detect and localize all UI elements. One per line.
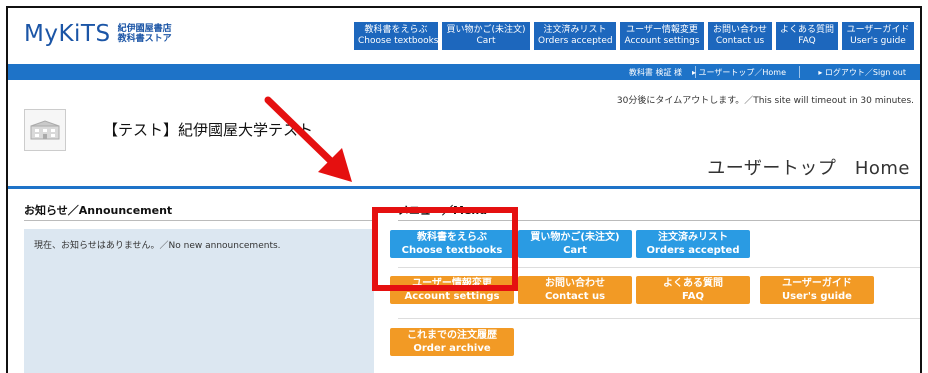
nav-faq-button[interactable]: よくある質問 FAQ: [776, 22, 838, 50]
menu-button-label-en: Orders accepted: [646, 245, 740, 256]
announcement-panel: 現在、お知らせはありません。／No new announcements.: [24, 229, 374, 373]
nav-account-settings-button[interactable]: ユーザー情報変更 Account settings: [620, 22, 704, 50]
nav-users-guide-button[interactable]: ユーザーガイド User's guide: [842, 22, 914, 50]
school-name: 【テスト】紀伊國屋大学テスト: [103, 121, 314, 139]
nav-label-jp: 教科書をえらぶ: [364, 25, 428, 35]
section-divider: [8, 186, 920, 189]
nav-label-jp: よくある質問: [780, 25, 835, 35]
sign-out-link[interactable]: ▸ ログアウト／Sign out: [818, 67, 906, 78]
user-bar: 教科書 検証 様 ▸ ユーザートップ／Home ▸ ログアウト／Sign out: [8, 64, 920, 80]
announcement-heading: お知らせ／Announcement: [24, 204, 173, 217]
announcement-text: 現在、お知らせはありません。／No new announcements.: [34, 241, 281, 251]
menu-button-label-jp: 買い物かご(未注文): [530, 232, 620, 243]
nav-label-jp: ユーザー情報変更: [626, 25, 698, 35]
nav-cart-button[interactable]: 買い物かご(未注文) Cart: [442, 22, 530, 50]
home-link[interactable]: ▸ ユーザートップ／Home: [692, 67, 786, 78]
menu-button-label-en: Order archive: [413, 343, 491, 354]
user-name: 教科書 検証 様: [628, 68, 682, 77]
menu-button-label-jp: お問い合わせ: [545, 278, 605, 289]
menu-button-label-en: Cart: [563, 245, 587, 256]
menu-contact-us-button[interactable]: お問い合わせ Contact us: [518, 276, 632, 304]
nav-contact-us-button[interactable]: お問い合わせ Contact us: [708, 22, 772, 50]
page-title: ユーザートップ Home: [707, 158, 910, 179]
top-navigation: 教科書をえらぶ Choose textbooks 買い物かご(未注文) Cart…: [354, 22, 914, 50]
site-header: MyKiTS 紀伊國屋書店 教科書ストア 教科書をえらぶ Choose text…: [8, 8, 920, 64]
menu-button-label-en: FAQ: [682, 291, 704, 302]
nav-label-en: Orders accepted: [538, 36, 613, 46]
menu-button-label-jp: ユーザーガイド: [782, 278, 852, 289]
browser-frame: MyKiTS 紀伊國屋書店 教科書ストア 教科書をえらぶ Choose text…: [6, 6, 922, 373]
menu-row-rule: [398, 318, 920, 319]
menu-button-label-jp: これまでの注文履歴: [407, 330, 497, 341]
nav-label-en: Contact us: [715, 36, 765, 46]
userbar-separator: [799, 66, 800, 78]
nav-orders-accepted-button[interactable]: 注文済みリスト Orders accepted: [534, 22, 616, 50]
nav-choose-textbooks-button[interactable]: 教科書をえらぶ Choose textbooks: [354, 22, 438, 50]
highlight-box: [372, 207, 518, 291]
nav-label-en: User's guide: [850, 36, 906, 46]
nav-label-en: Choose textbooks: [358, 36, 439, 46]
menu-button-label-en: Contact us: [544, 291, 606, 302]
menu-orders-accepted-button[interactable]: 注文済みリスト Orders accepted: [636, 230, 750, 258]
nav-label-jp: ユーザーガイド: [846, 25, 910, 35]
site-logo[interactable]: MyKiTS 紀伊國屋書店 教科書ストア: [24, 21, 172, 47]
logo-text: MyKiTS: [24, 21, 111, 47]
nav-label-en: Account settings: [624, 36, 700, 46]
nav-label-jp: お問い合わせ: [712, 25, 767, 35]
menu-button-label-en: User's guide: [782, 291, 852, 302]
menu-button-label-jp: 注文済みリスト: [658, 232, 728, 243]
nav-label-jp: 注文済みリスト: [543, 25, 607, 35]
menu-faq-button[interactable]: よくある質問 FAQ: [636, 276, 750, 304]
school-building-icon: [24, 109, 66, 151]
nav-label-jp: 買い物かご(未注文): [446, 25, 526, 35]
menu-button-label-jp: よくある質問: [663, 278, 723, 289]
menu-order-archive-button[interactable]: これまでの注文履歴 Order archive: [390, 328, 514, 356]
announcement-rule: [24, 220, 374, 221]
menu-users-guide-button[interactable]: ユーザーガイド User's guide: [760, 276, 874, 304]
nav-label-en: Cart: [476, 36, 496, 46]
menu-cart-button[interactable]: 買い物かご(未注文) Cart: [518, 230, 632, 258]
logo-subtitle-line2: 教科書ストア: [117, 34, 172, 44]
nav-label-en: FAQ: [798, 36, 816, 46]
timeout-notice: 30分後にタイムアウトします。／This site will timeout i…: [616, 96, 914, 106]
logo-subtitle-line1: 紀伊國屋書店: [117, 24, 172, 34]
menu-button-label-en: Account settings: [404, 291, 500, 302]
logo-subtitle: 紀伊國屋書店 教科書ストア: [118, 24, 172, 44]
